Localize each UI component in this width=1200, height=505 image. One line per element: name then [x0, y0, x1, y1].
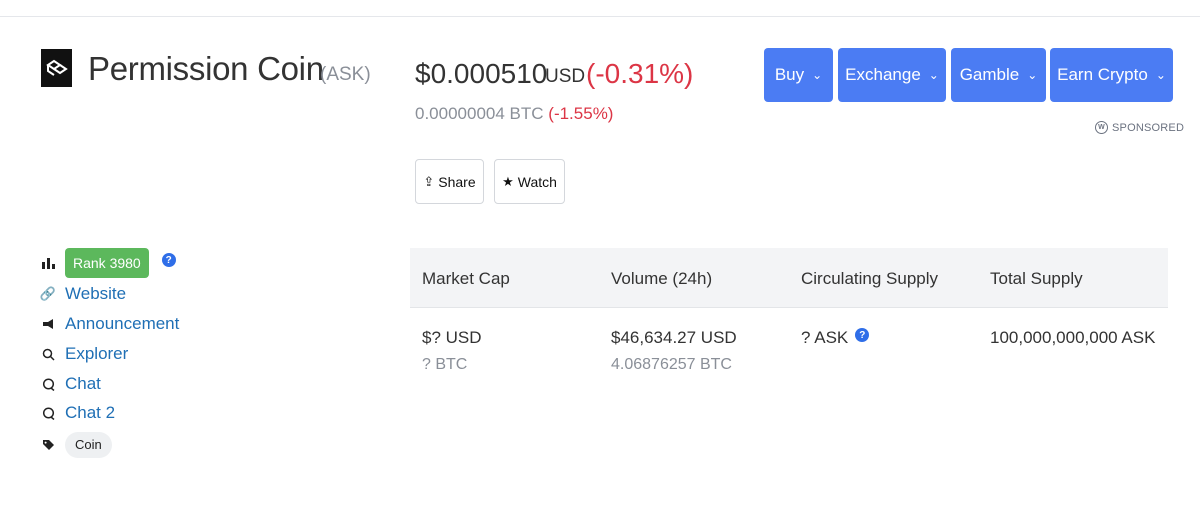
share-button[interactable]: ⇪ Share — [415, 159, 484, 204]
share-label: Share — [438, 173, 476, 190]
usd-price-change: (-0.31%) — [586, 58, 694, 89]
sidebar-item-explorer[interactable]: Explorer — [41, 344, 128, 364]
chevron-down-icon: ⌄ — [928, 68, 939, 82]
header-volume-24h: Volume (24h) — [611, 269, 713, 288]
sidebar-item-announcement[interactable]: Announcement — [41, 314, 179, 334]
sponsored-badge[interactable]: W SPONSORED — [1095, 121, 1184, 134]
chat-2-link[interactable]: Chat 2 — [65, 403, 115, 423]
chat-icon — [41, 376, 55, 392]
gamble-label: Gamble — [959, 65, 1020, 84]
earn-crypto-dropdown-button[interactable]: Earn Crypto ⌄ — [1050, 48, 1173, 102]
coin-name: Permission Coin — [88, 50, 324, 87]
usd-price: $0.000510 — [415, 58, 548, 89]
exchange-dropdown-button[interactable]: Exchange ⌄ — [838, 48, 946, 102]
coin-symbol: (ASK) — [320, 64, 371, 85]
market-cap-usd: $? USD — [422, 328, 482, 347]
explorer-link[interactable]: Explorer — [65, 344, 128, 364]
rank-help-icon[interactable]: ? — [161, 253, 176, 267]
tag-row: Coin — [41, 432, 112, 458]
btc-price-change: (-1.55%) — [548, 104, 614, 123]
megaphone-icon — [41, 316, 55, 332]
tag-icon — [41, 437, 55, 453]
chevron-down-icon: ⌄ — [812, 68, 823, 82]
search-icon — [41, 346, 55, 362]
announcement-link[interactable]: Announcement — [65, 314, 179, 334]
btc-price-line: 0.00000004 BTC (-1.55%) — [415, 104, 613, 124]
exchange-label: Exchange — [845, 65, 921, 84]
chat-link[interactable]: Chat — [65, 374, 101, 394]
header-market-cap: Market Cap — [422, 269, 510, 288]
website-link[interactable]: Website — [65, 284, 126, 304]
header-total-supply: Total Supply — [990, 269, 1083, 288]
usd-price-currency: USD — [545, 66, 586, 87]
sidebar-item-website[interactable]: 🔗 Website — [39, 284, 126, 304]
gamble-dropdown-button[interactable]: Gamble ⌄ — [951, 48, 1046, 102]
watch-label: Watch — [517, 173, 557, 190]
sidebar-item-chat-2[interactable]: Chat 2 — [41, 403, 115, 423]
btc-price: 0.00000004 BTC — [415, 104, 544, 123]
circulating-supply-value: ? ASK — [801, 328, 849, 347]
buy-dropdown-button[interactable]: Buy ⌄ — [764, 48, 833, 102]
volume-usd: $46,634.27 USD — [611, 328, 737, 347]
sponsored-label: SPONSORED — [1112, 121, 1185, 134]
link-icon: 🔗 — [39, 286, 57, 301]
circulating-supply-cell: ? ASK ? — [801, 328, 870, 348]
bar-chart-icon — [41, 255, 55, 271]
star-icon: ★ — [502, 173, 514, 189]
market-cap-btc: ? BTC — [422, 356, 468, 373]
chevron-down-icon: ⌄ — [1155, 68, 1166, 82]
circulating-supply-help-icon[interactable]: ? — [855, 328, 870, 342]
stats-table: Market Cap Volume (24h) Circulating Supp… — [410, 248, 1168, 373]
rank-row: Rank 3980 ? — [41, 248, 176, 278]
sidebar-item-chat[interactable]: Chat — [41, 374, 101, 394]
buy-label: Buy — [774, 65, 805, 84]
coin-tag[interactable]: Coin — [65, 432, 112, 458]
total-supply-value: 100,000,000,000 ASK — [990, 328, 1156, 347]
rank-badge: Rank 3980 — [65, 248, 149, 278]
sponsor-logo-icon: W — [1095, 121, 1108, 134]
handshake-logo-icon — [45, 59, 68, 76]
chevron-down-icon: ⌄ — [1027, 68, 1038, 82]
watch-button[interactable]: ★ Watch — [494, 159, 565, 204]
earn-crypto-label: Earn Crypto — [1057, 65, 1148, 84]
volume-btc: 4.06876257 BTC — [611, 356, 732, 373]
coin-logo — [41, 49, 72, 87]
chat-icon — [41, 405, 55, 421]
top-divider — [0, 16, 1200, 17]
header-circulating-supply: Circulating Supply — [801, 269, 939, 288]
share-icon: ⇪ — [423, 173, 435, 189]
stats-header-row: Market Cap Volume (24h) Circulating Supp… — [410, 248, 1168, 308]
